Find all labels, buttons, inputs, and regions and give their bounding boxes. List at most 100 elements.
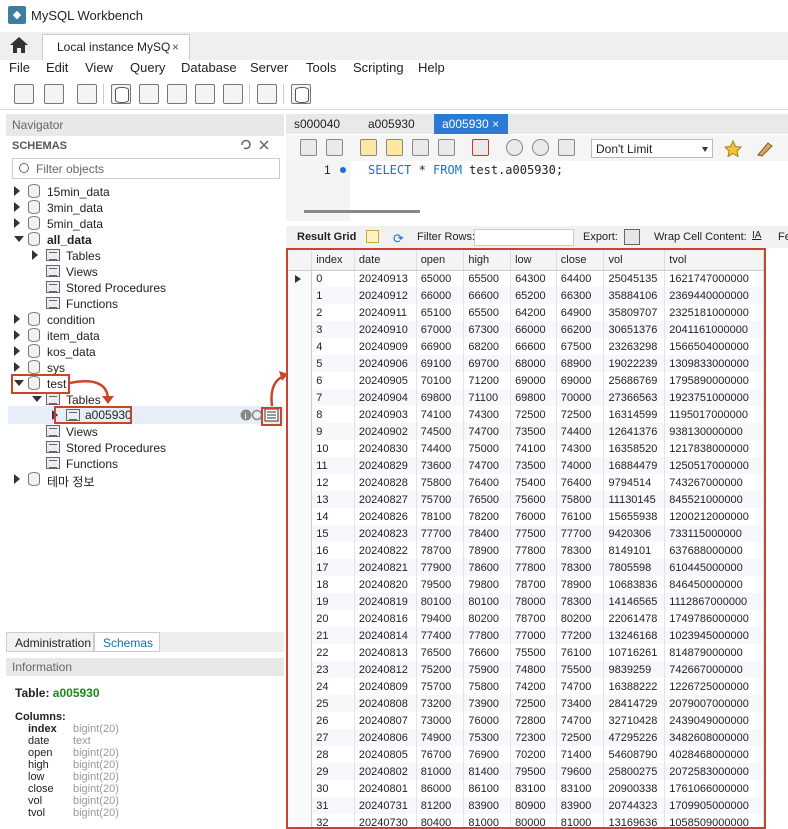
- menu-help[interactable]: Help: [418, 60, 445, 75]
- table-cell[interactable]: 74700: [556, 712, 605, 729]
- table-cell[interactable]: 1923751000000: [664, 389, 764, 406]
- table-cell[interactable]: 74900: [416, 729, 465, 746]
- row-marker[interactable]: [288, 644, 313, 661]
- table-cell[interactable]: 15: [311, 525, 355, 542]
- table-cell[interactable]: 1309833000000: [664, 355, 764, 372]
- table-row[interactable]: 31 20240731 81200 83900 80900 83900 20744323 17…: [288, 797, 764, 814]
- table-cell[interactable]: 72500: [510, 406, 557, 423]
- table-cell[interactable]: 27: [311, 729, 355, 746]
- table-cell[interactable]: 64400: [556, 270, 605, 287]
- table-cell[interactable]: 20240807: [354, 712, 417, 729]
- table-cell[interactable]: 27366563: [603, 389, 666, 406]
- table-cell[interactable]: 69100: [416, 355, 465, 372]
- table-cell[interactable]: 80100: [463, 593, 512, 610]
- table-cell[interactable]: 73900: [463, 695, 512, 712]
- table-cell[interactable]: 1217838000000: [664, 440, 764, 457]
- table-cell[interactable]: 31: [311, 797, 355, 814]
- row-marker[interactable]: [288, 559, 313, 576]
- table-cell[interactable]: 70200: [510, 746, 557, 763]
- table-cell[interactable]: 77700: [416, 525, 465, 542]
- table-cell[interactable]: 2079007000000: [664, 695, 764, 712]
- menu-file[interactable]: File: [9, 60, 30, 75]
- table-cell[interactable]: 8: [311, 406, 355, 423]
- table-cell[interactable]: 64200: [510, 304, 557, 321]
- table-cell[interactable]: 78600: [463, 559, 512, 576]
- close-tab-icon[interactable]: ×: [172, 40, 179, 54]
- table-cell[interactable]: 75400: [510, 474, 557, 491]
- table-cell[interactable]: 78000: [510, 593, 557, 610]
- table-cell[interactable]: 78300: [556, 559, 605, 576]
- table-row[interactable]: 2 20240911 65100 65500 64200 64900 35809707 232…: [288, 304, 764, 321]
- table-cell[interactable]: 16314599: [603, 406, 666, 423]
- table-cell[interactable]: 13246168: [603, 627, 666, 644]
- table-cell[interactable]: 68200: [463, 338, 512, 355]
- table-cell[interactable]: 66200: [556, 321, 605, 338]
- column-header[interactable]: index: [311, 250, 355, 271]
- table-cell[interactable]: 76600: [463, 644, 512, 661]
- table-row[interactable]: 32 20240730 80400 81000 80000 81000 13169636 10…: [288, 814, 764, 827]
- create-view-icon[interactable]: [167, 84, 187, 104]
- table-cell[interactable]: 80000: [510, 814, 557, 827]
- table-cell[interactable]: 77400: [416, 627, 465, 644]
- table-cell[interactable]: 70000: [556, 389, 605, 406]
- table-row[interactable]: 3 20240910 67000 67300 66000 66200 30651376 204…: [288, 321, 764, 338]
- table-row[interactable]: 27 20240806 74900 75300 72300 72500 47295226 34…: [288, 729, 764, 746]
- table-cell[interactable]: 73500: [510, 423, 557, 440]
- export-icon[interactable]: [624, 229, 640, 245]
- collapse-arrow-icon[interactable]: [14, 236, 24, 242]
- row-marker[interactable]: [288, 593, 313, 610]
- table-cell[interactable]: 20240828: [354, 474, 417, 491]
- table-cell[interactable]: 8149101: [603, 542, 666, 559]
- table-cell[interactable]: 20240813: [354, 644, 417, 661]
- filter-objects-input[interactable]: Filter objects: [12, 158, 280, 179]
- table-cell[interactable]: 75800: [463, 678, 512, 695]
- table-cell[interactable]: 75800: [416, 474, 465, 491]
- table-cell[interactable]: 1566504000000: [664, 338, 764, 355]
- row-marker[interactable]: [288, 814, 313, 827]
- table-cell[interactable]: 75800: [556, 491, 605, 508]
- menu-database[interactable]: Database: [181, 60, 237, 75]
- table-cell[interactable]: 75500: [556, 661, 605, 678]
- table-cell[interactable]: 80200: [463, 610, 512, 627]
- table-cell[interactable]: 70100: [416, 372, 465, 389]
- table-cell[interactable]: 14: [311, 508, 355, 525]
- row-marker[interactable]: [288, 287, 313, 304]
- table-cell[interactable]: 6: [311, 372, 355, 389]
- table-cell[interactable]: 733115000000: [664, 525, 764, 542]
- table-cell[interactable]: 20240826: [354, 508, 417, 525]
- expand-arrow-icon[interactable]: [14, 346, 20, 356]
- grid-icon[interactable]: [366, 230, 379, 243]
- table-cell[interactable]: 23263298: [603, 338, 666, 355]
- table-row[interactable]: 10 20240830 74400 75000 74100 74300 16358520 12…: [288, 440, 764, 457]
- table-cell[interactable]: 20240802: [354, 763, 417, 780]
- table-cell[interactable]: 77000: [510, 627, 557, 644]
- table-cell[interactable]: 69800: [510, 389, 557, 406]
- table-cell[interactable]: 4028468000000: [664, 746, 764, 763]
- table-cell[interactable]: 11130145: [603, 491, 666, 508]
- table-cell[interactable]: 22061478: [603, 610, 666, 627]
- query-tab-a005930-active[interactable]: a005930 ×: [434, 114, 508, 134]
- table-cell[interactable]: 73000: [416, 712, 465, 729]
- table-cell[interactable]: 74800: [510, 661, 557, 678]
- table-cell[interactable]: 3: [311, 321, 355, 338]
- table-cell[interactable]: 9794514: [603, 474, 666, 491]
- close-tab-icon[interactable]: ×: [492, 117, 499, 131]
- row-marker[interactable]: [288, 746, 313, 763]
- editor-scrollbar[interactable]: [304, 210, 420, 213]
- table-cell[interactable]: 2369440000000: [664, 287, 764, 304]
- table-cell[interactable]: 66600: [510, 338, 557, 355]
- create-procedure-icon[interactable]: [195, 84, 215, 104]
- table-cell[interactable]: 68900: [556, 355, 605, 372]
- table-cell[interactable]: 20240805: [354, 746, 417, 763]
- table-row[interactable]: 8 20240903 74100 74300 72500 72500 16314599 119…: [288, 406, 764, 423]
- table-row[interactable]: 0 20240913 65000 65500 64300 64400 25045135 162…: [288, 270, 764, 287]
- table-cell[interactable]: 78900: [463, 542, 512, 559]
- table-cell[interactable]: 2: [311, 304, 355, 321]
- table-cell[interactable]: 75600: [510, 491, 557, 508]
- table-cell[interactable]: 5: [311, 355, 355, 372]
- row-marker[interactable]: [288, 338, 313, 355]
- table-cell[interactable]: 65500: [463, 304, 512, 321]
- table-cell[interactable]: 54608790: [603, 746, 666, 763]
- table-cell[interactable]: 65200: [510, 287, 557, 304]
- table-cell[interactable]: 66300: [556, 287, 605, 304]
